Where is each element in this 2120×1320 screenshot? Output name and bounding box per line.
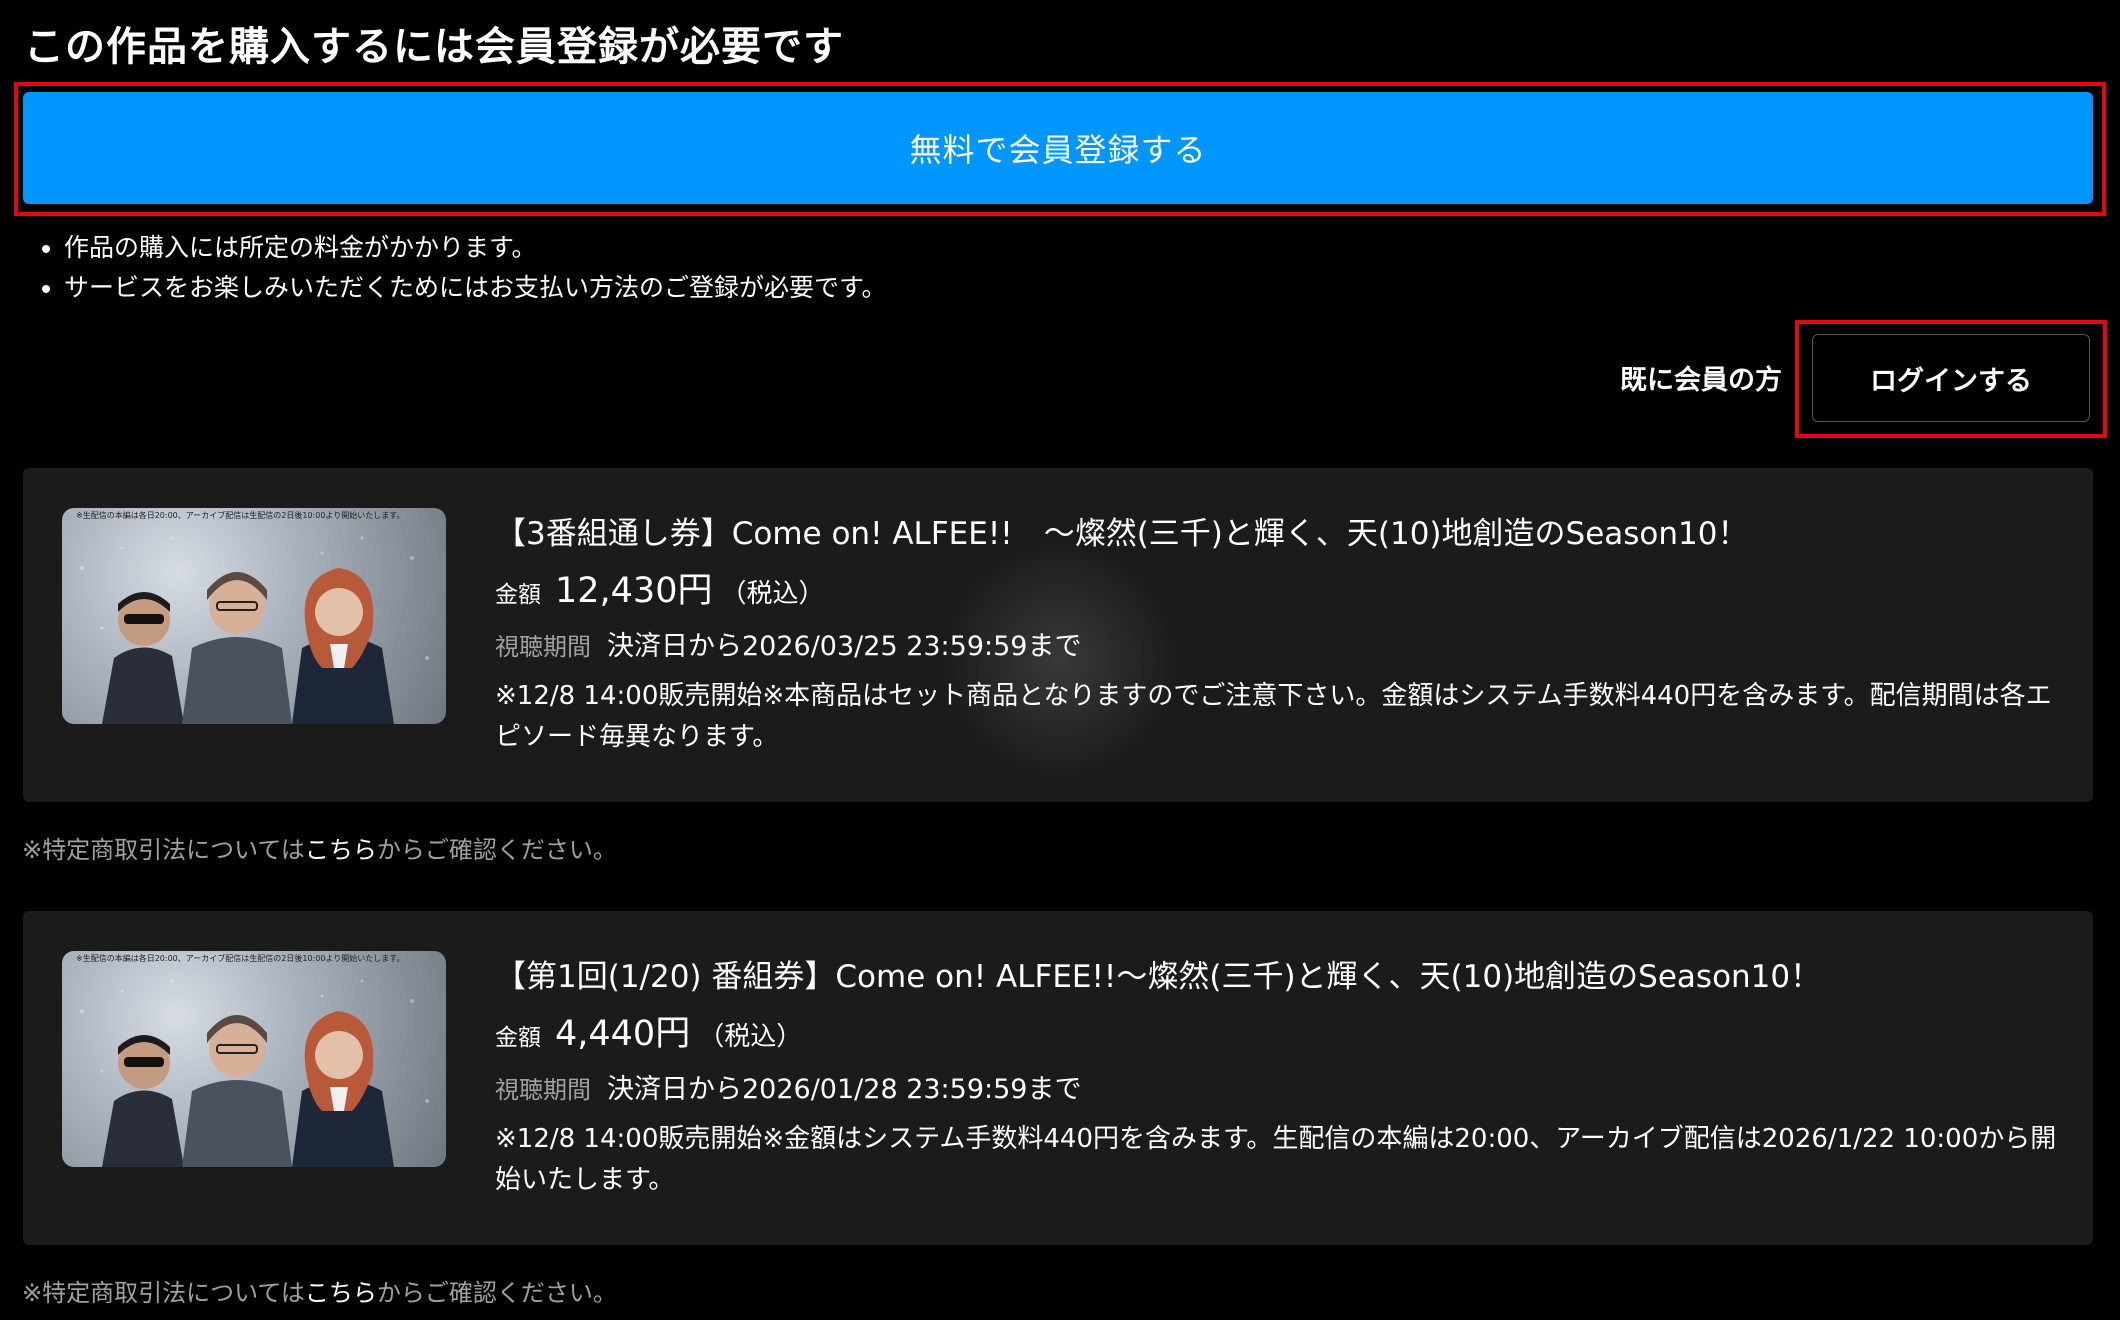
- product-title: 【第1回(1/20) 番組券】Come on! ALFEE!!〜燦然(三千)と輝…: [495, 959, 1822, 995]
- free-register-button[interactable]: 無料で会員登録する: [23, 92, 2093, 204]
- price-row: 金額 12,430円 （税込）: [495, 562, 824, 613]
- purchase-notes: 作品の購入には所定の料金がかかります。 サービスをお楽しみいただくためにはお支払…: [38, 228, 887, 308]
- product-card[interactable]: ※生配信の本編は各日20:00、アーカイブ配信は生配信の2日後10:00より開始…: [23, 468, 2093, 802]
- legal-suffix: からご確認ください。: [376, 836, 617, 864]
- price-row: 金額 4,440円 （税込）: [495, 1005, 802, 1056]
- price-label: 金額: [495, 582, 541, 608]
- period-value: 決済日から2026/03/25 23:59:59まで: [607, 631, 1082, 662]
- band-photo-image: [80, 979, 429, 1167]
- existing-member-label: 既に会員の方: [1620, 365, 1782, 396]
- login-button[interactable]: ログインする: [1812, 334, 2090, 422]
- legal-note: ※特定商取引法についてはこちらからご確認ください。: [22, 830, 617, 865]
- period-label: 視聴期間: [495, 633, 591, 661]
- price-value: 4,440円: [555, 1014, 691, 1054]
- price-label: 金額: [495, 1025, 541, 1051]
- legal-prefix: ※特定商取引法については: [22, 1279, 305, 1307]
- product-title: 【3番組通し券】Come on! ALFEE!! 〜燦然(三千)と輝く、天(10…: [495, 516, 1749, 552]
- legal-link[interactable]: こちら: [305, 1279, 377, 1307]
- viewing-period-row: 視聴期間 決済日から2026/01/28 23:59:59まで: [495, 1067, 1081, 1106]
- legal-note: ※特定商取引法についてはこちらからご確認ください。: [22, 1273, 617, 1308]
- legal-prefix: ※特定商取引法については: [22, 836, 305, 864]
- product-card[interactable]: ※生配信の本編は各日20:00、アーカイブ配信は生配信の2日後10:00より開始…: [23, 911, 2093, 1245]
- price-tax-note: （税込）: [720, 579, 825, 609]
- price-value: 12,430円: [555, 571, 713, 611]
- note-item: 作品の購入には所定の料金がかかります。: [38, 228, 887, 268]
- band-photo-image: [80, 536, 429, 724]
- viewing-period-row: 視聴期間 決済日から2026/03/25 23:59:59まで: [495, 624, 1081, 663]
- product-thumbnail: ※生配信の本編は各日20:00、アーカイブ配信は生配信の2日後10:00より開始…: [62, 508, 446, 724]
- period-value: 決済日から2026/01/28 23:59:59まで: [607, 1074, 1082, 1105]
- note-item: サービスをお楽しみいただくためにはお支払い方法のご登録が必要です。: [38, 268, 887, 308]
- product-description: ※12/8 14:00販売開始※金額はシステム手数料440円を含みます。生配信の…: [495, 1124, 2057, 1195]
- product-description: ※12/8 14:00販売開始※本商品はセット商品となりますのでご注意下さい。金…: [495, 681, 2052, 752]
- legal-link[interactable]: こちら: [305, 836, 377, 864]
- legal-suffix: からご確認ください。: [376, 1279, 617, 1307]
- product-thumbnail: ※生配信の本編は各日20:00、アーカイブ配信は生配信の2日後10:00より開始…: [62, 951, 446, 1167]
- period-label: 視聴期間: [495, 1076, 591, 1104]
- page-title: この作品を購入するには会員登録が必要です: [24, 24, 844, 70]
- price-tax-note: （税込）: [698, 1022, 803, 1052]
